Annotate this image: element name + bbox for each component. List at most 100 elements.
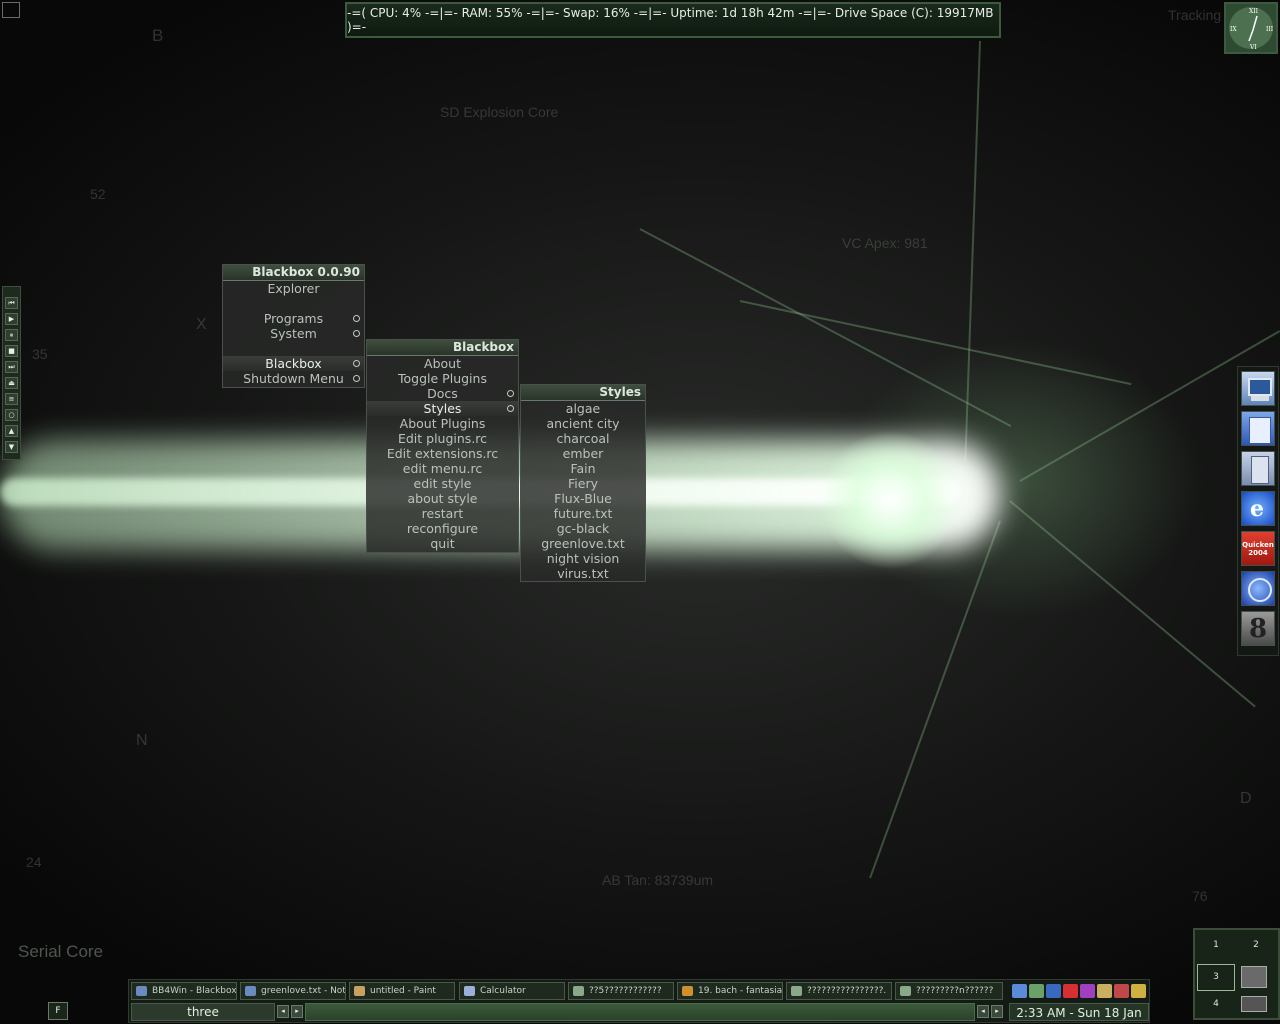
task-button[interactable]: BB4Win - Blackbox xyxy=(131,982,237,1000)
app-icon xyxy=(900,986,911,996)
style-item[interactable]: Fiery xyxy=(521,476,645,491)
next-workspace-button[interactable]: ▸ xyxy=(291,1005,303,1018)
next-track-button[interactable]: ⏭ xyxy=(5,361,18,373)
eight-ball-icon[interactable]: 8 xyxy=(1241,611,1275,646)
task-button[interactable]: ?????????n?????? xyxy=(895,982,1003,1000)
submenu-indicator-icon xyxy=(353,315,360,322)
menu-item-label: Shutdown Menu xyxy=(243,371,344,386)
internet-explorer-icon[interactable]: e xyxy=(1241,491,1275,526)
volume-up-button[interactable]: ▲ xyxy=(5,425,18,437)
quicken-2004-icon[interactable]: Quicken 2004 xyxy=(1241,531,1275,566)
wallpaper-label: VC Apex: 981 xyxy=(842,235,928,251)
menu-item-restart[interactable]: restart xyxy=(367,506,518,521)
menu-item-explorer[interactable]: Explorer xyxy=(223,281,364,296)
notepad-icon[interactable] xyxy=(1241,411,1275,446)
calculator-icon xyxy=(464,986,475,996)
workspace-3[interactable]: 3 xyxy=(1197,964,1235,991)
blackbox-menu: Blackbox About Toggle Plugins Docs Style… xyxy=(366,339,519,553)
submenu-indicator-icon xyxy=(353,360,360,367)
media-player-icon xyxy=(682,986,693,996)
users-icon[interactable] xyxy=(1029,984,1044,998)
style-item[interactable]: charcoal xyxy=(521,431,645,446)
style-item[interactable]: greenlove.txt xyxy=(521,536,645,551)
media-toolbar: ⏮ ▶ ⏸ ■ ⏭ ⏏ ≡ ○ ▲ ▼ xyxy=(2,286,21,460)
previous-workspace-button[interactable]: ◂ xyxy=(277,1005,289,1018)
style-item[interactable]: future.txt xyxy=(521,506,645,521)
style-item[interactable]: gc-black xyxy=(521,521,645,536)
corner-toggle-button[interactable] xyxy=(2,2,20,18)
quicken-label: Quicken 2004 xyxy=(1242,541,1274,557)
play-button[interactable]: ▶ xyxy=(5,313,18,325)
menu-item-styles[interactable]: Styles xyxy=(367,401,518,416)
app-icon xyxy=(573,986,584,996)
previous-track-button[interactable]: ⏮ xyxy=(5,297,18,309)
menu-item-about[interactable]: About xyxy=(367,356,518,371)
style-item[interactable]: night vision xyxy=(521,551,645,566)
menu-item-about-plugins[interactable]: About Plugins xyxy=(367,416,518,431)
my-computer-icon[interactable] xyxy=(1241,371,1275,406)
pause-button[interactable]: ⏸ xyxy=(5,329,18,341)
task-button[interactable]: greenlove.txt - Note xyxy=(240,982,346,1000)
task-button[interactable]: ????????????????. xyxy=(786,982,892,1000)
globe-icon[interactable] xyxy=(1241,571,1275,606)
previous-window-button[interactable]: ◂ xyxy=(977,1005,989,1018)
repeat-button[interactable]: ○ xyxy=(5,409,18,421)
stop-button[interactable]: ■ xyxy=(5,345,18,357)
task-button[interactable]: 19. bach - fantasia xyxy=(677,982,783,1000)
menu-item-quit[interactable]: quit xyxy=(367,536,518,551)
root-menu: Blackbox 0.0.90 Explorer Programs System… xyxy=(222,264,365,388)
menu-item-about-style[interactable]: about style xyxy=(367,491,518,506)
workspace-2[interactable]: 2 xyxy=(1237,932,1275,962)
launcher-dock: e Quicken 2004 8 xyxy=(1237,366,1279,656)
workspace-window-preview xyxy=(1241,966,1267,988)
menu-item-system[interactable]: System xyxy=(223,326,364,341)
task-button[interactable]: ??5???????????? xyxy=(568,982,674,1000)
wallpaper-ray xyxy=(1009,500,1256,708)
wallpaper-label: SD Explosion Core xyxy=(440,104,559,120)
menu-item-shutdown[interactable]: Shutdown Menu xyxy=(223,371,364,386)
sync-icon[interactable] xyxy=(1046,984,1061,998)
workspace-4[interactable]: 4 xyxy=(1197,992,1235,1018)
system-monitor-bar: -=( CPU: 4% -=|=- RAM: 55% -=|=- Swap: 1… xyxy=(345,2,1001,38)
menu-item-edit-extensions[interactable]: Edit extensions.rc xyxy=(367,446,518,461)
volume-down-button[interactable]: ▼ xyxy=(5,441,18,453)
workspace-name: three xyxy=(131,1003,275,1021)
playlist-button[interactable]: ≡ xyxy=(5,393,18,405)
menu-item-docs[interactable]: Docs xyxy=(367,386,518,401)
menu-item-edit-style[interactable]: edit style xyxy=(367,476,518,491)
style-item[interactable]: ember xyxy=(521,446,645,461)
eject-button[interactable]: ⏏ xyxy=(5,377,18,389)
style-item[interactable]: Flux-Blue xyxy=(521,491,645,506)
menu-item-programs[interactable]: Programs xyxy=(223,311,364,326)
menu-item-toggle-plugins[interactable]: Toggle Plugins xyxy=(367,371,518,386)
archive-icon[interactable] xyxy=(1097,984,1112,998)
text-tool-icon[interactable] xyxy=(1080,984,1095,998)
system-tray xyxy=(1008,982,1153,1000)
taskbar-clock[interactable]: 2:33 AM - Sun 18 Jan xyxy=(1009,1003,1149,1021)
calculator-icon[interactable] xyxy=(1241,451,1275,486)
task-label: ?????????n?????? xyxy=(916,986,994,996)
volume-icon[interactable] xyxy=(1131,984,1146,998)
workspace-1[interactable]: 1 xyxy=(1197,932,1235,962)
corner-button[interactable]: F xyxy=(48,1002,68,1020)
menu-item-label: about style xyxy=(407,491,478,506)
task-button[interactable]: untitled - Paint xyxy=(349,982,455,1000)
security-icon[interactable] xyxy=(1114,984,1129,998)
menu-item-blackbox[interactable]: Blackbox xyxy=(223,356,364,371)
ati-icon[interactable] xyxy=(1063,984,1078,998)
next-window-button[interactable]: ▸ xyxy=(991,1005,1003,1018)
menu-item-label: System xyxy=(270,326,317,341)
wallpaper-ray xyxy=(639,228,1012,428)
task-label: ??5???????????? xyxy=(589,986,662,996)
menu-item-reconfigure[interactable]: reconfigure xyxy=(367,521,518,536)
menu-item-label: Programs xyxy=(263,311,324,326)
style-item[interactable]: Fain xyxy=(521,461,645,476)
menu-item-edit-plugins[interactable]: Edit plugins.rc xyxy=(367,431,518,446)
style-item[interactable]: algae xyxy=(521,401,645,416)
menu-item-label: Explorer xyxy=(267,281,320,296)
menu-item-edit-menu[interactable]: edit menu.rc xyxy=(367,461,518,476)
network-icon[interactable] xyxy=(1012,984,1027,998)
style-item[interactable]: virus.txt xyxy=(521,566,645,581)
style-item[interactable]: ancient city xyxy=(521,416,645,431)
task-button[interactable]: Calculator xyxy=(459,982,565,1000)
